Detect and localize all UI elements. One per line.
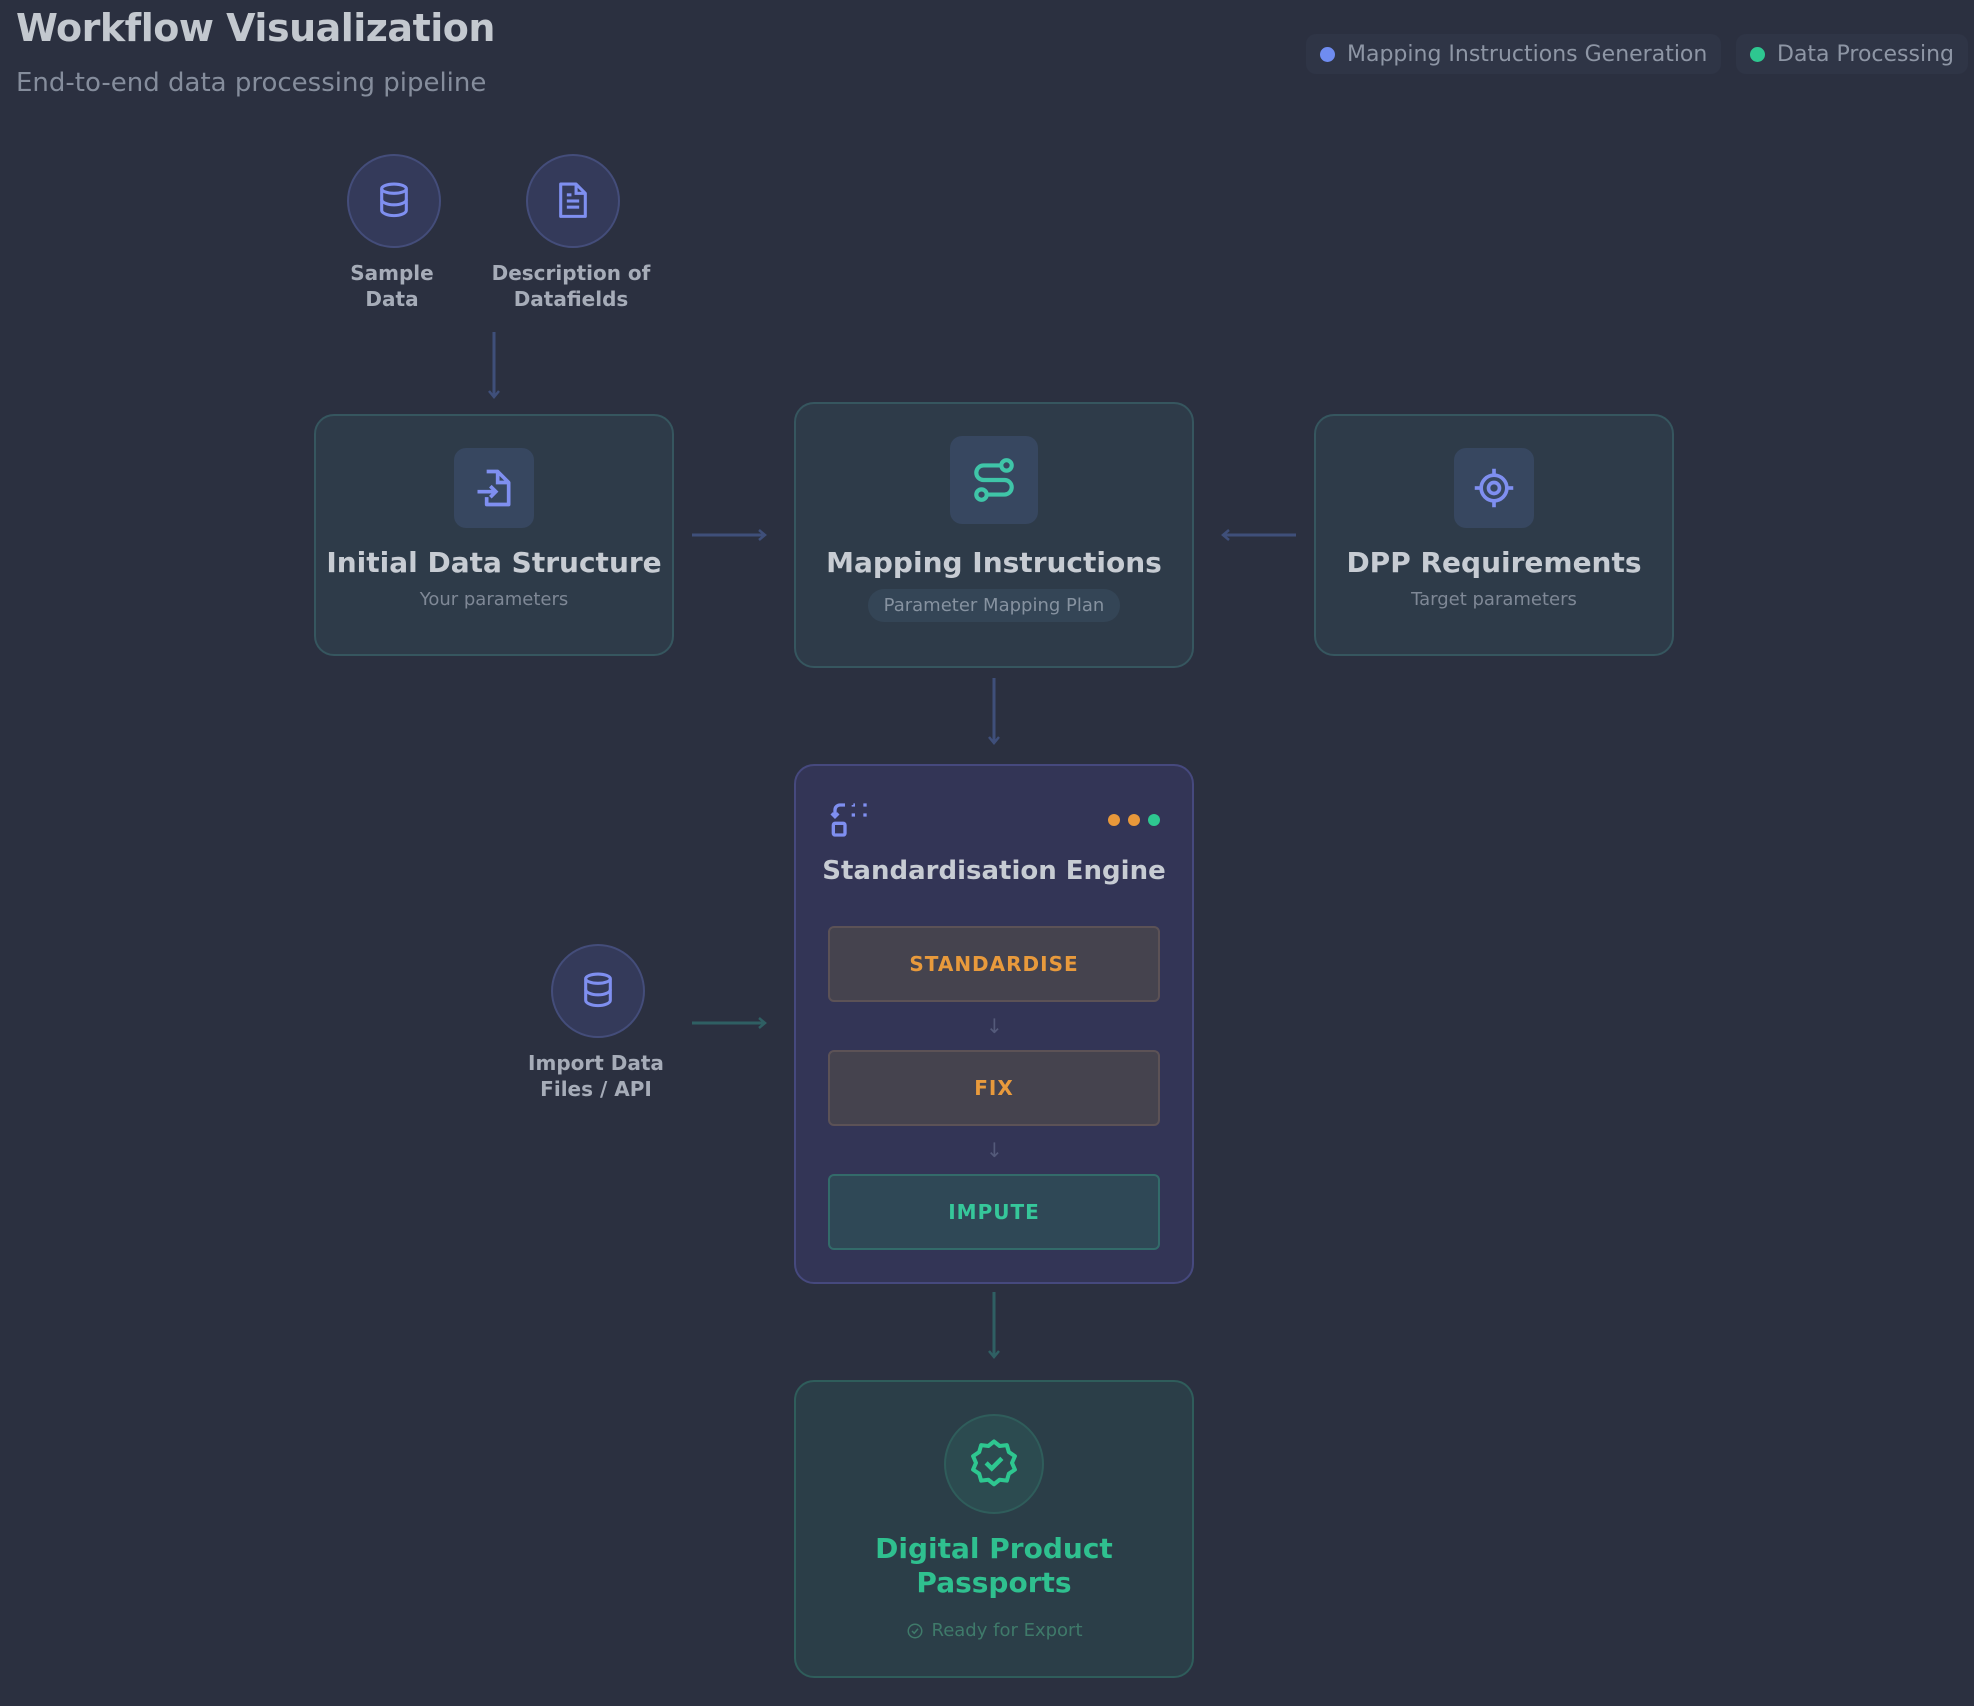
target-icon xyxy=(1454,448,1534,528)
verified-badge-icon xyxy=(944,1414,1044,1514)
title-line: Digital Product xyxy=(875,1532,1113,1565)
step-standardise[interactable]: STANDARDISE xyxy=(828,926,1160,1002)
standardisation-engine-panel[interactable]: Standardisation Engine STANDARDISE ↓ FIX… xyxy=(794,764,1194,1284)
dpp-requirements-card[interactable]: DPP Requirements Target parameters xyxy=(1314,414,1674,656)
document-icon xyxy=(559,182,587,218)
label-line: Data xyxy=(365,287,419,311)
label-line: Sample xyxy=(350,261,434,285)
import-data-label: Import Data Files / API xyxy=(516,1050,676,1102)
card-subtitle: Target parameters xyxy=(1411,589,1577,610)
step-arrow-icon: ↓ xyxy=(986,1138,1003,1162)
card-title: Mapping Instructions xyxy=(826,546,1162,579)
mapping-plan-badge: Parameter Mapping Plan xyxy=(867,589,1121,622)
engine-title: Standardisation Engine xyxy=(822,856,1166,886)
import-data-node[interactable] xyxy=(551,944,645,1038)
initial-data-structure-card[interactable]: Initial Data Structure Your parameters xyxy=(314,414,674,656)
label-line: Files / API xyxy=(540,1077,652,1101)
check-circle-icon xyxy=(907,1623,922,1638)
output-title: Digital Product Passports xyxy=(796,1532,1192,1600)
sample-data-node[interactable] xyxy=(347,154,441,248)
label-line: Datafields xyxy=(513,287,629,311)
step-fix[interactable]: FIX xyxy=(828,1050,1160,1126)
card-subtitle: Your parameters xyxy=(419,589,569,610)
status-dot-icon xyxy=(1108,814,1120,826)
export-status-label: Ready for Export xyxy=(931,1620,1083,1641)
status-dots xyxy=(1108,814,1160,826)
step-arrow-icon: ↓ xyxy=(986,1014,1003,1038)
description-label: Description of Datafields xyxy=(481,260,661,312)
database-icon xyxy=(380,182,408,218)
route-icon xyxy=(950,436,1038,524)
title-line: Passports xyxy=(916,1566,1072,1599)
export-status: Ready for Export xyxy=(796,1620,1192,1641)
status-dot-icon xyxy=(1128,814,1140,826)
file-import-icon xyxy=(454,448,534,528)
transform-icon xyxy=(830,800,870,844)
label-line: Import Data xyxy=(528,1051,664,1075)
database-icon xyxy=(584,972,612,1008)
step-impute[interactable]: IMPUTE xyxy=(828,1174,1160,1250)
mapping-instructions-card[interactable]: Mapping Instructions Parameter Mapping P… xyxy=(794,402,1194,668)
status-dot-icon xyxy=(1148,814,1160,826)
sample-data-label: Sample Data xyxy=(312,260,472,312)
card-title: DPP Requirements xyxy=(1346,546,1642,579)
digital-product-passports-card[interactable]: Digital Product Passports Ready for Expo… xyxy=(794,1380,1194,1678)
description-node[interactable] xyxy=(526,154,620,248)
label-line: Description of xyxy=(491,261,651,285)
card-title: Initial Data Structure xyxy=(326,546,662,579)
